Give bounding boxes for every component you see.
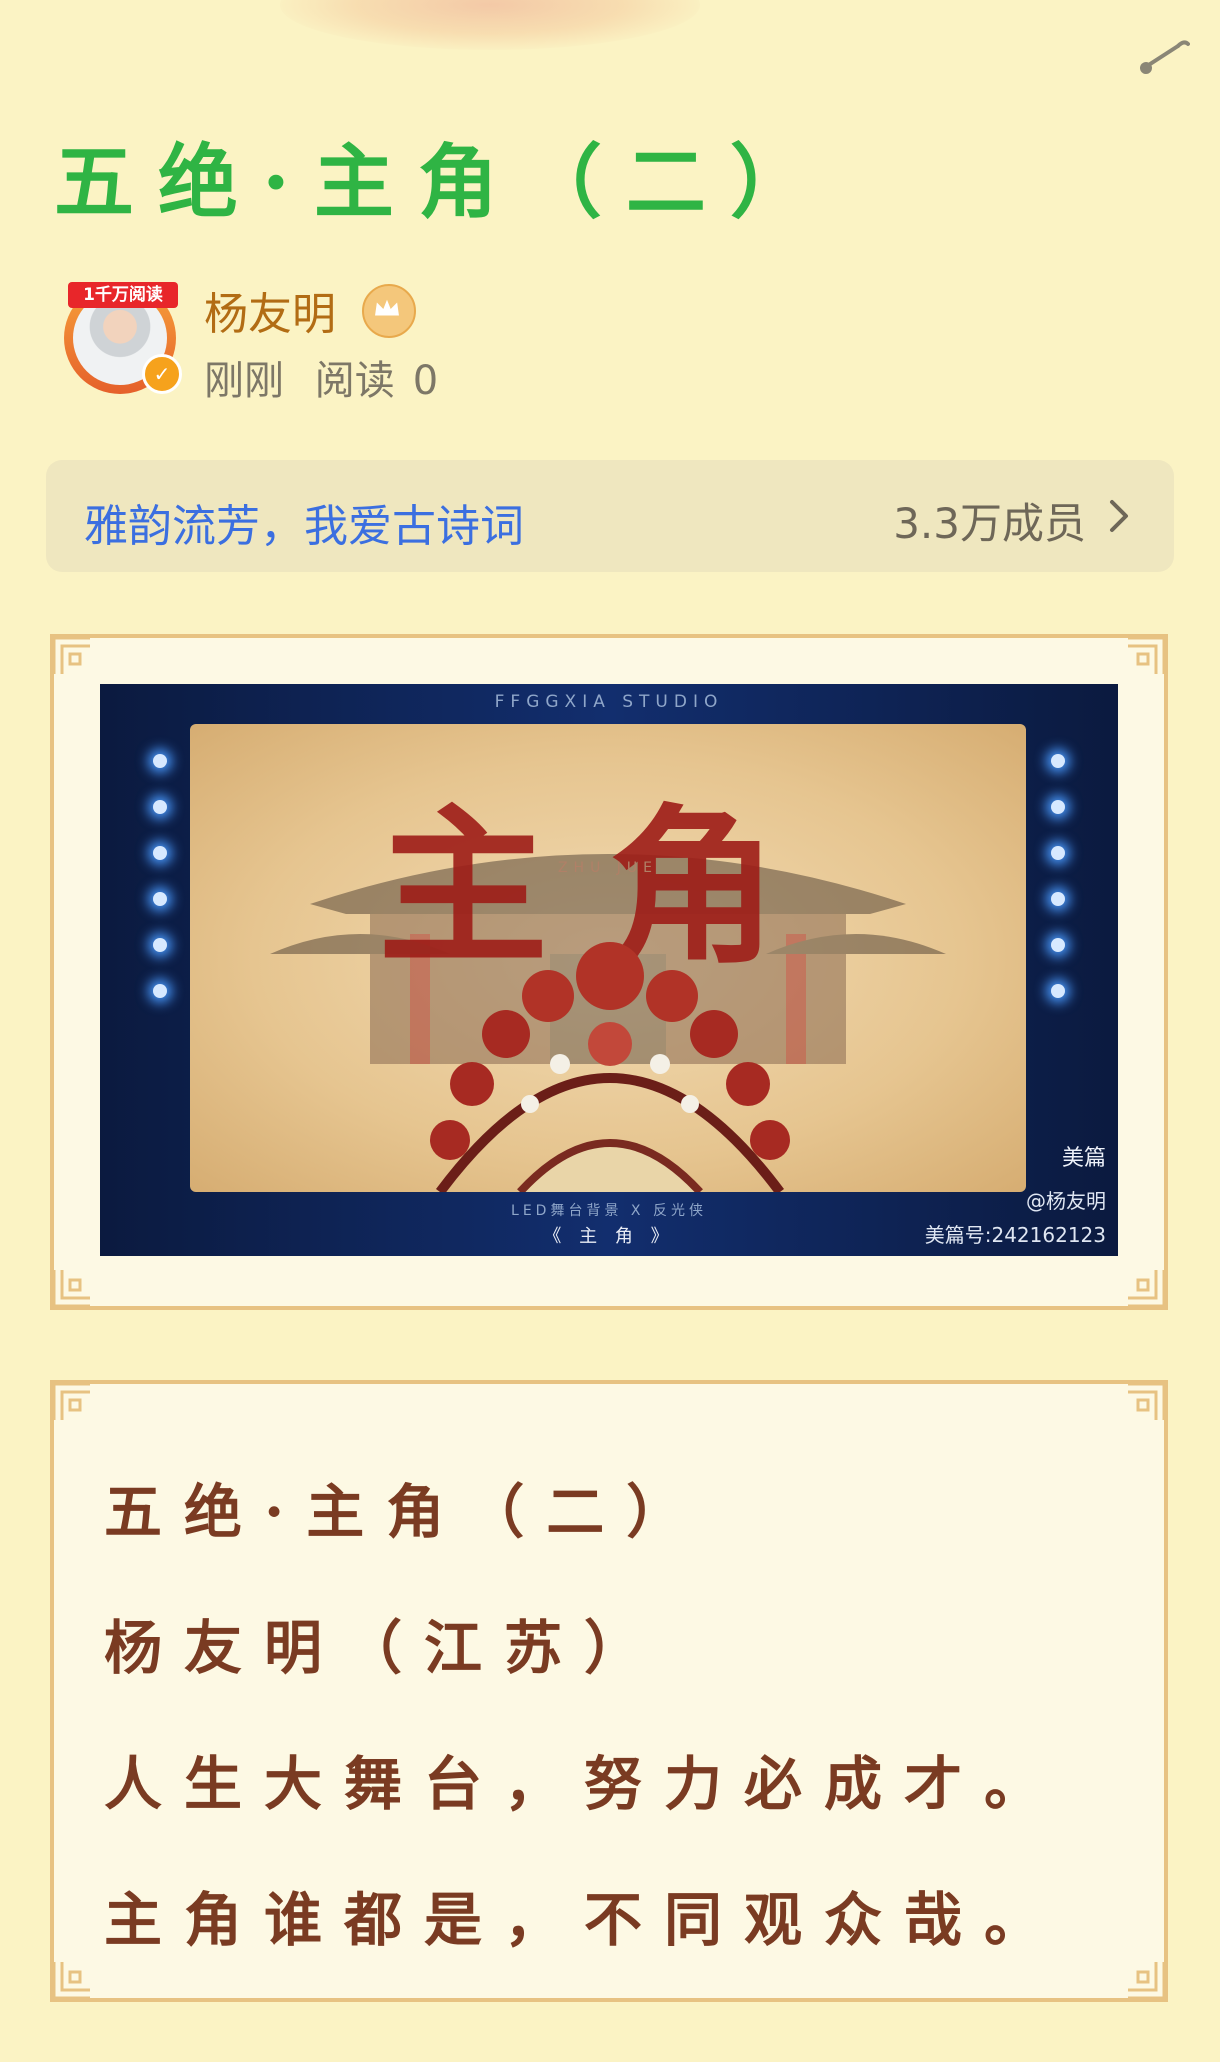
- stage-screen: 主角 ZHU JUE: [190, 724, 1026, 1192]
- poem-line: 主角谁都是，不同观众哉。: [104, 1886, 1065, 1954]
- header-decoration: [280, 0, 700, 50]
- reads-badge: 1千万阅读: [68, 282, 178, 308]
- watermark-user: @杨友明: [1026, 1189, 1106, 1213]
- screen-pinyin: ZHU JUE: [557, 860, 659, 876]
- frame-corner-ornament: [1124, 1380, 1168, 1424]
- author-info: 1千万阅读 ✓ 杨友明 刚刚 阅读 0: [56, 268, 756, 408]
- crown-icon: [362, 284, 416, 338]
- frame-corner-ornament: [1124, 634, 1168, 678]
- poem-frame: 五绝·主角（二） 杨友明（江苏） 人生大舞台，努力必成才。 主角谁都是，不同观众…: [50, 1380, 1168, 2002]
- stage-lights-right: [1038, 754, 1078, 1084]
- frame-corner-ornament: [50, 1958, 94, 2002]
- group-name: 雅韵流芳，我爱古诗词: [84, 501, 524, 552]
- frame-corner-ornament: [1124, 1266, 1168, 1310]
- frame-corner-ornament: [50, 1266, 94, 1310]
- poem-line: 杨友明（江苏）: [104, 1614, 665, 1682]
- post-meta: 刚刚 阅读 0: [204, 348, 456, 406]
- watermark-brand: 美篇: [1061, 1146, 1106, 1171]
- group-members: 3.3万成员: [893, 499, 1086, 548]
- article-image[interactable]: FFGGXIA STUDIO 主角 ZHU JUE LED舞台背景 X 反光侠 …: [100, 684, 1118, 1256]
- poem-line: 人生大舞台，努力必成才。: [104, 1750, 1065, 1818]
- poem-text: 五绝·主角（二） 杨友明（江苏） 人生大舞台，努力必成才。 主角谁都是，不同观众…: [104, 1444, 1064, 1988]
- studio-text: FFGGXIA STUDIO: [494, 692, 724, 712]
- article-title: 五绝·主角（二）: [54, 135, 834, 229]
- chevron-right-icon: [1102, 494, 1136, 538]
- music-note-icon[interactable]: [1138, 36, 1190, 76]
- poem-line: 五绝·主角（二）: [104, 1478, 707, 1546]
- verified-icon: ✓: [142, 354, 182, 394]
- group-link[interactable]: 雅韵流芳，我爱古诗词 3.3万成员: [46, 460, 1174, 572]
- image-frame: FFGGXIA STUDIO 主角 ZHU JUE LED舞台背景 X 反光侠 …: [50, 634, 1168, 1310]
- photo-caption-small: LED舞台背景 X 反光侠: [511, 1203, 707, 1219]
- reads-label: 阅读: [314, 358, 395, 404]
- avatar[interactable]: 1千万阅读 ✓: [56, 268, 188, 400]
- stage-lights-left: [140, 754, 180, 1084]
- author-name[interactable]: 杨友明: [204, 278, 336, 342]
- opera-headdress-illustration: [430, 942, 790, 1192]
- frame-corner-ornament: [50, 634, 94, 678]
- post-time: 刚刚: [204, 358, 284, 404]
- frame-corner-ornament: [50, 1380, 94, 1424]
- watermark-id: 美篇号:242162123: [924, 1223, 1106, 1247]
- frame-corner-ornament: [1124, 1958, 1168, 2002]
- reads-count: 0: [412, 358, 439, 404]
